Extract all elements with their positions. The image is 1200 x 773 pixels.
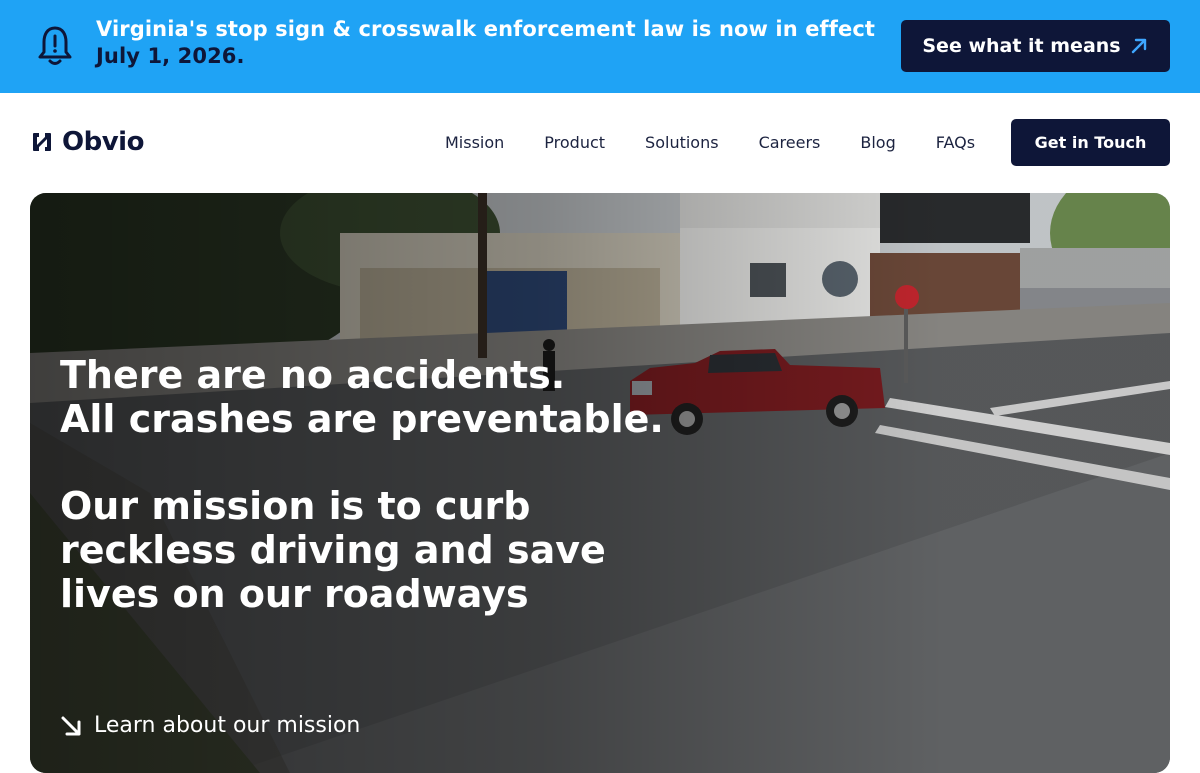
arrow-down-right-icon	[61, 716, 81, 735]
learn-about-mission-label: Learn about our mission	[94, 713, 361, 738]
nav-item-careers[interactable]: Careers	[759, 131, 821, 155]
hero-headline: There are no accidents. All crashes are …	[60, 353, 700, 441]
nav-item-blog[interactable]: Blog	[860, 131, 895, 155]
obvio-logo-icon	[33, 133, 51, 151]
get-in-touch-button[interactable]: Get in Touch	[1011, 119, 1170, 166]
logo[interactable]: Obvio	[30, 127, 144, 157]
main-navigation: Obvio Mission Product Solutions Careers …	[0, 93, 1200, 193]
announcement-text: Virginia's stop sign & crosswalk enforce…	[96, 16, 886, 70]
announcement-banner: Virginia's stop sign & crosswalk enforce…	[0, 0, 1200, 93]
see-what-it-means-label: See what it means	[922, 35, 1121, 57]
hero-overlay	[30, 193, 1170, 773]
see-what-it-means-button[interactable]: See what it means	[901, 20, 1170, 72]
nav-item-product[interactable]: Product	[544, 131, 605, 155]
nav-menu: Mission Product Solutions Careers Blog F…	[445, 131, 1015, 155]
learn-about-mission-link[interactable]: Learn about our mission	[60, 713, 360, 738]
hero-section: There are no accidents. All crashes are …	[30, 193, 1170, 773]
bell-alert-icon	[38, 26, 72, 65]
announcement-date: July 1, 2026.	[96, 44, 245, 68]
logo-wordmark: Obvio	[62, 127, 144, 157]
arrow-up-right-icon	[1131, 38, 1146, 54]
nav-item-mission[interactable]: Mission	[445, 131, 504, 155]
nav-item-faqs[interactable]: FAQs	[936, 131, 975, 155]
announcement-message: Virginia's stop sign & crosswalk enforce…	[96, 17, 876, 41]
hero-mission-statement: Our mission is to curb reckless driving …	[60, 484, 606, 616]
hero-headline-line2: All crashes are preventable.	[60, 397, 664, 441]
nav-item-solutions[interactable]: Solutions	[645, 131, 719, 155]
hero-headline-line1: There are no accidents.	[60, 353, 566, 397]
